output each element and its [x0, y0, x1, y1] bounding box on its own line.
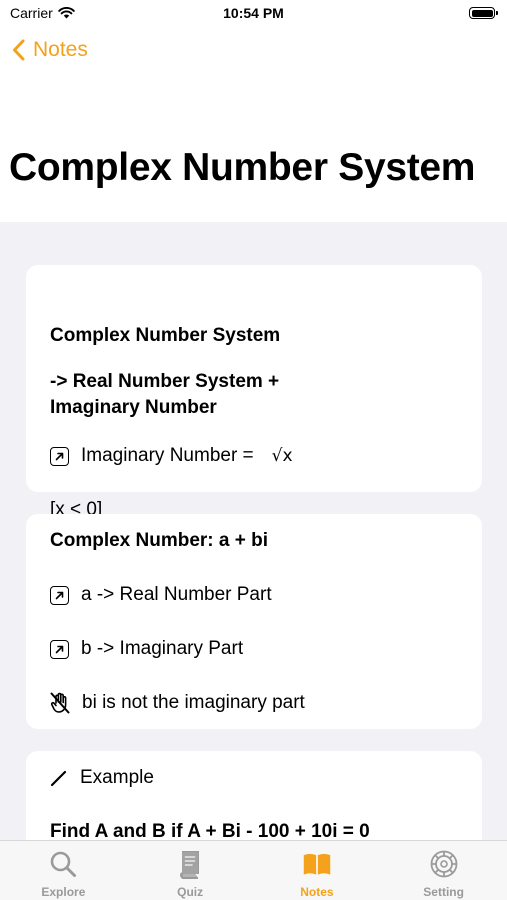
card-heading: Example [80, 767, 154, 788]
status-bar: Carrier 10:54 PM [0, 0, 507, 28]
pencil-icon [50, 770, 67, 787]
tab-label: Quiz [177, 885, 204, 899]
list-item: bi is not the imaginary part [50, 690, 305, 716]
hand-slash-icon [50, 692, 70, 714]
tab-notes[interactable]: Notes [254, 841, 381, 900]
magnifier-icon [48, 849, 78, 879]
subheading-line: Imaginary Number [50, 397, 217, 418]
tab-label: Explore [41, 885, 86, 899]
tab-explore[interactable]: Explore [0, 841, 127, 900]
status-time: 10:54 PM [223, 5, 284, 21]
note-card: Example Find A and B if A + Bi - 100 + 1… [26, 751, 482, 840]
card-subheading: -> Real Number System + Imaginary Number [50, 369, 279, 421]
list-item-label: bi is not the imaginary part [82, 692, 305, 713]
open-book-icon [302, 849, 332, 879]
list-item-label: a -> Real Number Part [81, 584, 272, 605]
card-heading: Complex Number System [50, 325, 281, 346]
list-item: Imaginary Number = √x [50, 443, 293, 469]
tab-quiz[interactable]: Quiz [127, 841, 254, 900]
book-icon [175, 849, 205, 879]
note-card: Complex Number: a + bi a -> Real Number … [26, 514, 482, 729]
arrow-up-right-icon [50, 585, 69, 605]
gear-icon [429, 849, 459, 879]
tab-bar: Explore Quiz Notes Setting [0, 840, 507, 900]
header-area: Carrier 10:54 PM Notes Complex Number Sy… [0, 0, 507, 222]
list-item-label: b -> Imaginary Part [81, 638, 244, 659]
card-heading-row: Example [50, 765, 154, 791]
list-item-label: Imaginary Number = [81, 445, 254, 466]
back-label: Notes [33, 38, 88, 61]
tab-setting[interactable]: Setting [380, 841, 507, 900]
arrow-up-right-icon [50, 639, 69, 659]
note-card: Complex Number System -> Real Number Sys… [26, 265, 482, 520]
back-button[interactable]: Notes [12, 38, 88, 62]
example-text: Find A and B if A + Bi - 100 + 10i = 0 [50, 821, 370, 840]
list-item: b -> Imaginary Part [50, 636, 243, 662]
tab-label: Notes [300, 885, 334, 899]
arrow-up-right-icon [50, 446, 69, 466]
notes-scroll-view[interactable]: Complex Number System -> Real Number Sys… [0, 222, 507, 840]
list-item: a -> Real Number Part [50, 582, 272, 608]
tab-label: Setting [423, 885, 464, 899]
sqrt-formula: √x [271, 446, 293, 466]
battery-icon [469, 7, 498, 19]
chevron-left-icon [13, 39, 25, 61]
page-title: Complex Number System [9, 146, 476, 189]
subheading-line: -> Real Number System + [50, 371, 280, 392]
card-heading: Complex Number: a + bi [50, 530, 269, 551]
